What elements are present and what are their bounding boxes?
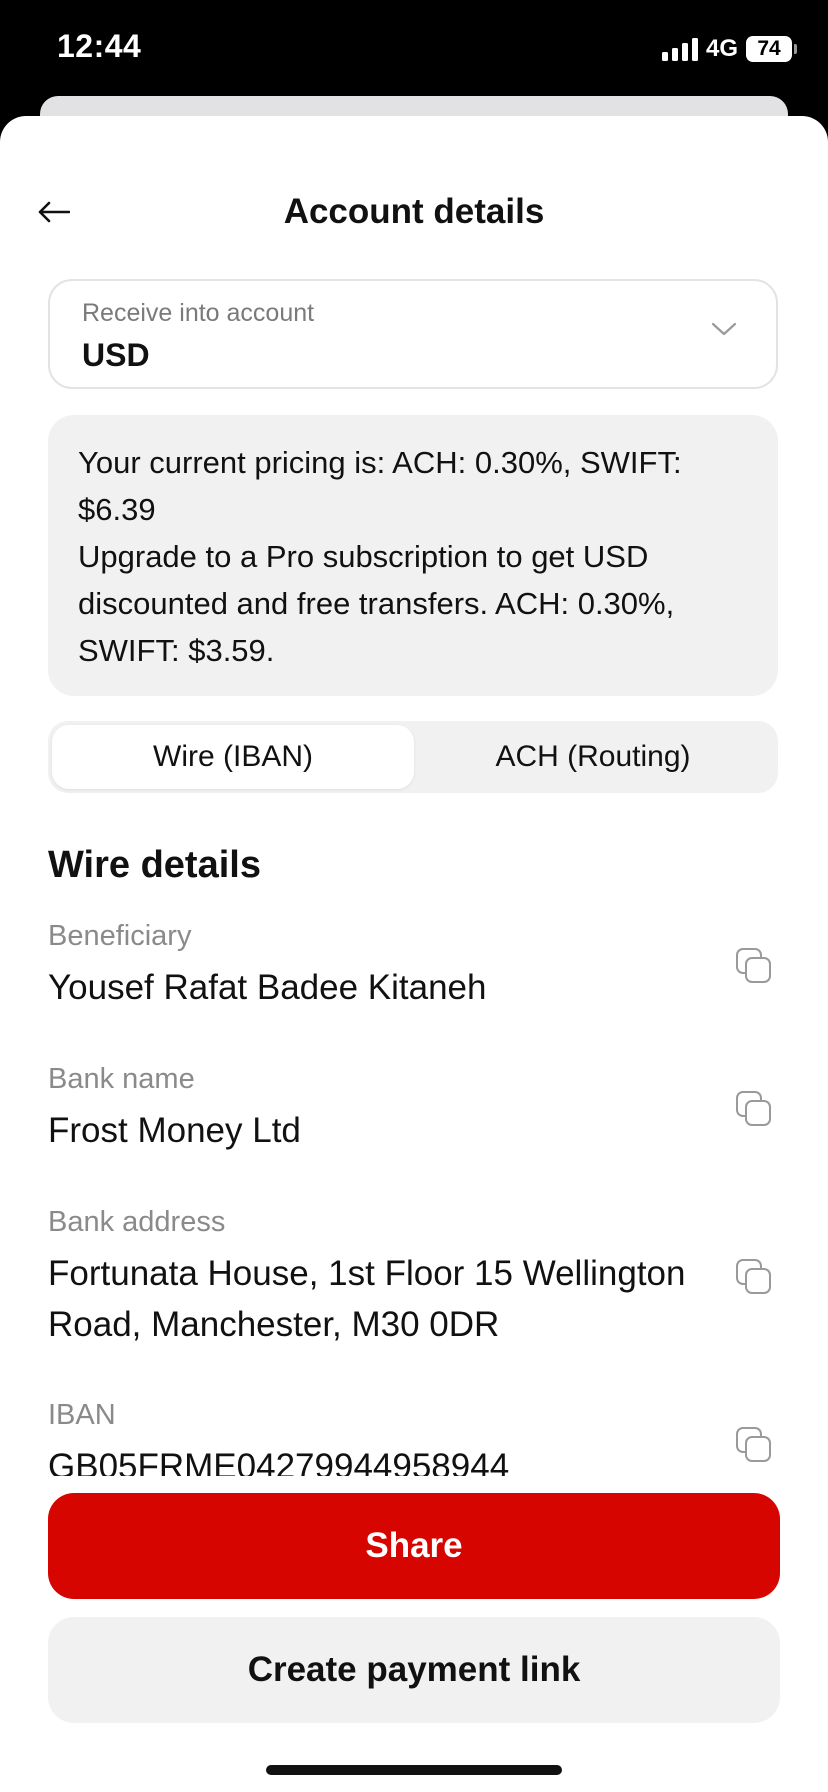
detail-value: Fortunata House, 1st Floor 15 Wellington… [48,1254,686,1344]
account-select-label: Receive into account [82,299,315,327]
chevron-down-icon [711,322,737,336]
page-title: Account details [283,192,545,231]
status-time: 12:44 [57,28,142,64]
wire-details-list: Beneficiary Yousef Rafat Badee Kitaneh B… [0,916,828,1476]
account-currency-select[interactable]: Receive into account USD [48,279,778,389]
header: Account details [0,172,828,252]
detail-value: GB05FRME04279944958944 [48,1447,510,1476]
detail-label: Bank name [48,1063,195,1095]
transfer-type-tabs: Wire (IBAN) ACH (Routing) [48,721,778,793]
detail-label: Bank address [48,1206,226,1238]
battery-level: 74 [757,37,781,60]
share-button[interactable]: Share [48,1493,780,1599]
detail-value: Yousef Rafat Badee Kitaneh [48,968,487,1007]
detail-bank-name: Bank name Frost Money Ltd [48,1059,828,1156]
detail-beneficiary: Beneficiary Yousef Rafat Badee Kitaneh [48,916,828,1013]
section-title: Wire details [48,844,261,886]
detail-bank-address: Bank address Fortunata House, 1st Floor … [48,1202,828,1350]
status-bar: 12:44 4G 74 [0,0,828,100]
copy-icon[interactable] [734,1257,774,1297]
detail-label: IBAN [48,1399,116,1431]
account-details-sheet: Account details Receive into account USD… [0,116,828,1792]
tab-wire-iban[interactable]: Wire (IBAN) [52,725,414,789]
status-indicators: 4G 74 [661,34,797,64]
pricing-info-card: Your current pricing is: ACH: 0.30%, SWI… [48,415,778,696]
network-type: 4G [705,35,738,62]
upgrade-pricing-text: Upgrade to a Pro subscription to get USD… [78,539,675,668]
copy-icon[interactable] [734,1089,774,1129]
current-pricing-text: Your current pricing is: ACH: 0.30%, SWI… [78,445,682,527]
create-payment-link-button[interactable]: Create payment link [48,1617,780,1723]
account-select-value: USD [82,337,150,373]
home-indicator [266,1765,562,1775]
detail-value: Frost Money Ltd [48,1111,301,1150]
battery-icon: 74 [746,36,797,62]
copy-icon[interactable] [734,1425,774,1465]
copy-icon[interactable] [734,946,774,986]
detail-label: Beneficiary [48,920,192,952]
detail-iban: IBAN GB05FRME04279944958944 [48,1395,828,1476]
cellular-signal-icon [661,37,698,61]
tab-ach-routing[interactable]: ACH (Routing) [412,725,774,789]
